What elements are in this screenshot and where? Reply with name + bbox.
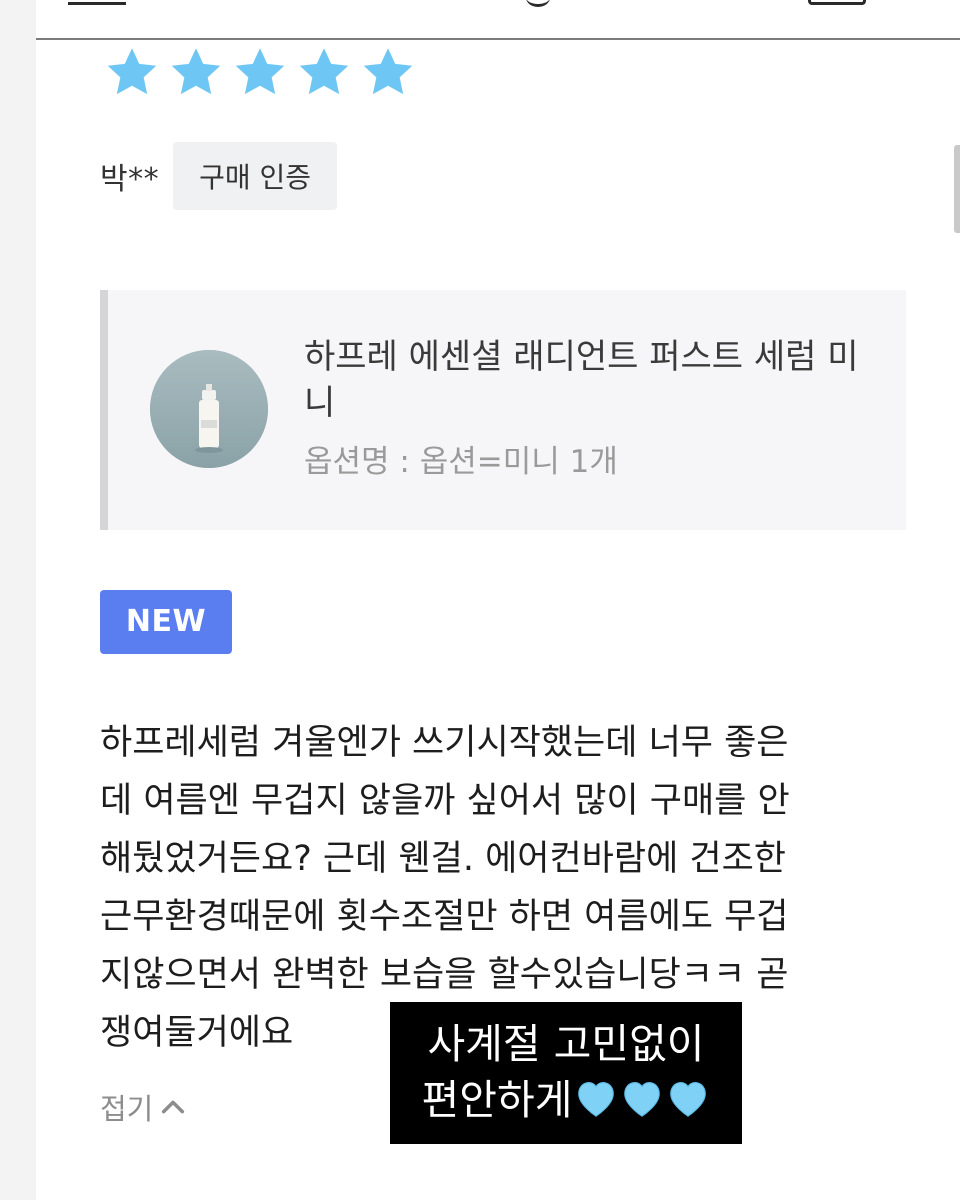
- product-thumbnail: [150, 350, 268, 468]
- caption-line-2-text: 편안하게: [421, 1076, 573, 1124]
- caption-line-2: 편안하게: [390, 1072, 742, 1128]
- header-menu-icon[interactable]: [68, 0, 126, 5]
- caption-line-1: 사계절 고민없이: [427, 1020, 705, 1068]
- star-icon: [171, 48, 221, 95]
- reviewer-name: 박**: [100, 162, 160, 197]
- light-blue-heart-icon: [670, 1081, 707, 1117]
- review-screen: 박** 구매 인증 하프레 에센셜 래디언트 퍼스트 세럼 미니 옵션명: 옵…: [0, 0, 960, 1200]
- product-card[interactable]: 하프레 에센셜 래디언트 퍼스트 세럼 미니 옵션명 : 옵션=미니 1개: [100, 290, 906, 530]
- product-option: 옵션명 : 옵션=미니 1개: [304, 444, 618, 480]
- purchase-verified-badge: 구매 인증: [173, 142, 338, 210]
- serum-bottle-image: [150, 350, 268, 468]
- collapse-button[interactable]: 접기: [100, 1086, 187, 1128]
- caption-hearts: [574, 1078, 710, 1118]
- top-header-bar: [36, 0, 960, 40]
- star-rating: [104, 44, 416, 100]
- new-badge: NEW: [100, 590, 232, 654]
- light-blue-heart-icon: [578, 1081, 615, 1117]
- caption-overlay: 사계절 고민없이 편안하게: [390, 1002, 742, 1144]
- reviewer-info: 박** 구매 인증: [100, 142, 338, 210]
- chevron-up-icon: [162, 1100, 185, 1114]
- light-blue-heart-icon: [624, 1081, 661, 1117]
- star-icon: [107, 48, 157, 95]
- header-cart-icon[interactable]: [808, 0, 866, 5]
- product-name[interactable]: 하프레 에센셜 래디언트 퍼스트 세럼 미니: [304, 334, 864, 426]
- header-logo-fragment: [526, 0, 550, 7]
- star-icon: [299, 48, 349, 95]
- star-icon: [235, 48, 285, 95]
- star-icon: [363, 48, 413, 95]
- scrollbar-thumb[interactable]: [954, 145, 960, 233]
- collapse-label: 접기: [100, 1092, 154, 1126]
